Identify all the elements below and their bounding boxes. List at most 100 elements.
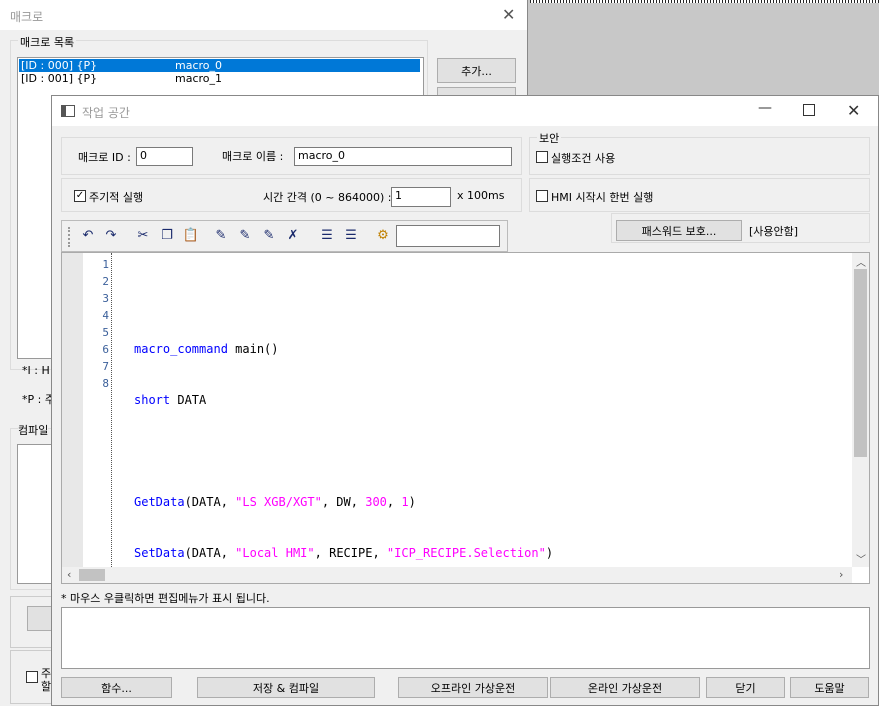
dotted-strip bbox=[530, 0, 879, 3]
bg-option-label-2: 할 bbox=[41, 680, 52, 693]
editor-gutter-margin bbox=[62, 253, 83, 567]
interval-label: 시간 간격 (0 ~ 864000) : bbox=[263, 191, 392, 204]
interval-unit: x 100ms bbox=[457, 189, 505, 202]
goto-line-input[interactable] bbox=[396, 225, 500, 247]
password-protect-button[interactable]: 패스워드 보호... bbox=[616, 220, 742, 241]
macro-window-close-icon[interactable]: ✕ bbox=[502, 5, 515, 24]
code-line-5: GetData(DATA, "LS XGB/XGT", DW, 300, 1) bbox=[134, 494, 553, 511]
scroll-left-icon[interactable]: ‹ bbox=[67, 568, 71, 581]
macro-window-title: 매크로 bbox=[10, 10, 44, 24]
line-number: 3 bbox=[102, 292, 109, 305]
scroll-right-icon[interactable]: › bbox=[839, 568, 843, 581]
workspace-titlebar: 작업 공간 — ✕ bbox=[52, 96, 878, 126]
code-text-span: main() bbox=[227, 342, 279, 356]
vertical-scroll-thumb[interactable] bbox=[854, 269, 867, 457]
macro-list-item-selected[interactable]: [ID : 000] {P} macro_0 bbox=[19, 59, 420, 72]
string-literal: "LS XGB/XGT" bbox=[235, 495, 322, 509]
security-label: 보안 bbox=[537, 130, 562, 146]
maximize-icon[interactable] bbox=[803, 104, 815, 116]
keyword: macro_command bbox=[134, 342, 228, 356]
exec-condition-checkbox[interactable] bbox=[536, 151, 548, 163]
paste-icon[interactable]: 📋 bbox=[182, 227, 200, 245]
save-compile-button[interactable]: 저장 & 컴파일 bbox=[197, 677, 375, 698]
scroll-up-icon[interactable]: ︿ bbox=[856, 254, 866, 269]
function-name: SetData bbox=[134, 546, 185, 560]
macro-name-field[interactable]: macro_0 bbox=[294, 147, 512, 166]
help-button[interactable]: 도움말 bbox=[790, 677, 869, 698]
macro-id-label: 매크로 ID : bbox=[78, 151, 131, 164]
hmi-once-label: HMI 시작시 한번 실행 bbox=[551, 191, 654, 204]
string-literal: "Local HMI" bbox=[235, 546, 315, 560]
list-item-name: macro_1 bbox=[175, 72, 223, 85]
macro-list-group-label: 매크로 목록 bbox=[18, 34, 77, 50]
code-line-4: ​ bbox=[134, 443, 553, 460]
vertical-scrollbar[interactable]: ︿ ﹀ bbox=[852, 253, 869, 567]
compile-group-label: 컴파일 bbox=[18, 422, 49, 438]
exec-condition-label: 실행조건 사용 bbox=[551, 152, 616, 165]
code-text-span: (DATA, bbox=[184, 495, 236, 509]
undo-icon[interactable]: ↶ bbox=[79, 227, 97, 245]
code-editor[interactable]: 1 2 3 4 5 6 7 8 ​ macro_command main() s… bbox=[61, 252, 870, 662]
code-text-span: DATA bbox=[170, 393, 207, 407]
line-number: 7 bbox=[102, 360, 109, 373]
code-text-span: , bbox=[386, 495, 402, 509]
code-text-span: ) bbox=[408, 495, 416, 509]
status-hint: * 마우스 우클릭하면 편집메뉴가 표시 됩니다. bbox=[61, 592, 270, 605]
hmi-once-checkbox[interactable] bbox=[536, 190, 548, 202]
string-literal: "ICP_RECIPE.Selection" bbox=[386, 546, 546, 560]
line-number: 8 bbox=[102, 377, 109, 390]
redo-icon[interactable]: ↷ bbox=[102, 227, 120, 245]
offline-sim-button[interactable]: 오프라인 가상운전 bbox=[398, 677, 548, 698]
line-number: 5 bbox=[102, 326, 109, 339]
password-status: [사용안함] bbox=[749, 225, 799, 238]
code-line-3: short DATA bbox=[134, 392, 553, 409]
scroll-down-icon[interactable]: ﹀ bbox=[856, 551, 866, 566]
close-button[interactable]: 닫기 bbox=[706, 677, 785, 698]
code-line-2: macro_command main() bbox=[134, 341, 553, 358]
line-numbers: 1 2 3 4 5 6 7 8 bbox=[83, 256, 109, 392]
indent-icon[interactable]: ☰ bbox=[318, 227, 336, 245]
find-icon[interactable]: ✎ bbox=[212, 227, 230, 245]
toolbar-grip bbox=[68, 227, 72, 247]
legend-i: *I : H bbox=[22, 364, 50, 377]
horizontal-scroll-thumb[interactable] bbox=[79, 569, 105, 581]
cut-icon[interactable]: ✂ bbox=[134, 227, 152, 245]
outdent-icon[interactable]: ☰ bbox=[342, 227, 360, 245]
interval-field[interactable]: 1 bbox=[391, 187, 451, 207]
list-item-name: macro_0 bbox=[175, 59, 223, 72]
horizontal-scrollbar[interactable]: ‹ › bbox=[62, 567, 852, 583]
function-name: GetData bbox=[134, 495, 185, 509]
macro-id-field[interactable]: 0 bbox=[136, 147, 193, 166]
functions-button[interactable]: 함수... bbox=[61, 677, 172, 698]
bg-option-checkbox[interactable] bbox=[26, 671, 38, 683]
code-text-span: (DATA, bbox=[184, 546, 236, 560]
number-literal: 300 bbox=[365, 495, 387, 509]
window-app-icon bbox=[61, 105, 75, 117]
line-number: 2 bbox=[102, 275, 109, 288]
list-item-id: [ID : 001] {P} bbox=[21, 72, 98, 85]
code-text-span: ) bbox=[545, 546, 554, 560]
add-macro-button[interactable]: 추가... bbox=[437, 58, 516, 83]
macro-list-item[interactable]: [ID : 001] {P} macro_1 bbox=[19, 72, 420, 85]
copy-icon[interactable]: ❐ bbox=[158, 227, 176, 245]
replace-icon[interactable]: ✎ bbox=[260, 227, 278, 245]
macro-name-label: 매크로 이름 : bbox=[222, 150, 284, 163]
clear-bookmarks-icon[interactable]: ✗ bbox=[284, 227, 302, 245]
online-sim-button[interactable]: 온라인 가상운전 bbox=[550, 677, 700, 698]
code-text-span: , DW, bbox=[321, 495, 366, 509]
code-text-span: , RECIPE, bbox=[314, 546, 387, 560]
number-literal: 1 bbox=[401, 495, 409, 509]
keyword: short bbox=[134, 393, 171, 407]
workspace-title: 작업 공간 bbox=[82, 106, 130, 120]
periodic-checkbox[interactable]: ✓ bbox=[74, 190, 86, 202]
code-line-6: SetData(DATA, "Local HMI", RECIPE, "ICP_… bbox=[134, 545, 553, 562]
editor-toolbar: ↶ ↷ ✂ ❐ 📋 ✎ ✎ ✎ ✗ ☰ ☰ ⚙ bbox=[61, 220, 508, 252]
minimize-icon[interactable]: — bbox=[758, 100, 772, 116]
legend-p: *P : 주 bbox=[22, 393, 55, 406]
periodic-label: 주기적 실행 bbox=[89, 191, 144, 204]
goto-line-icon[interactable]: ⚙ bbox=[374, 227, 392, 245]
close-icon[interactable]: ✕ bbox=[847, 101, 860, 120]
find-next-icon[interactable]: ✎ bbox=[236, 227, 254, 245]
macro-window-titlebar: 매크로 ✕ bbox=[0, 0, 527, 30]
line-number: 4 bbox=[102, 309, 109, 322]
